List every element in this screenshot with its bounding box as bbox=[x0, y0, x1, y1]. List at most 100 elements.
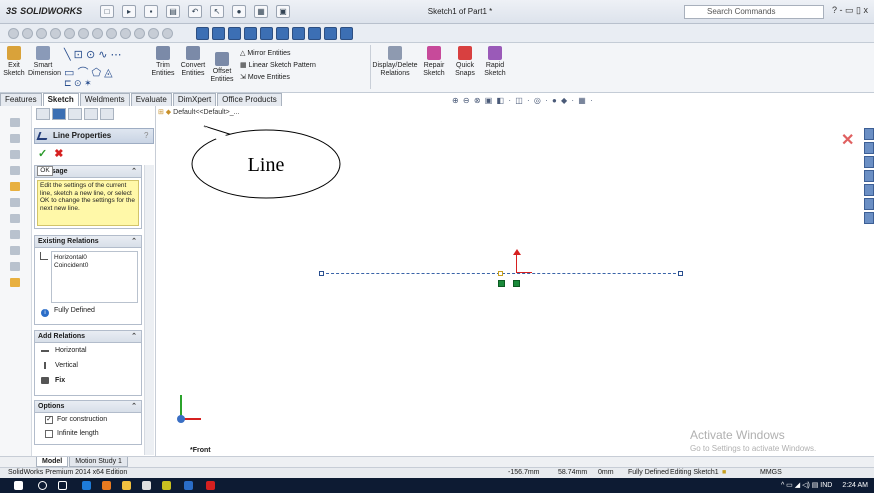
panel-scrollbar[interactable] bbox=[144, 165, 154, 455]
chevron-up-icon[interactable]: ⌃ bbox=[131, 401, 137, 412]
feature-tool-icon[interactable] bbox=[228, 27, 241, 40]
tray-icons[interactable]: ^ ▭ ◢ ◁) ▤ bbox=[781, 482, 820, 489]
chevron-up-icon[interactable]: ⌃ bbox=[131, 236, 137, 247]
tool-circle-icon[interactable] bbox=[120, 28, 131, 39]
infinite-length-option[interactable]: Infinite length bbox=[35, 427, 141, 441]
sketch-tool-icon[interactable] bbox=[10, 230, 20, 239]
line-endpoint[interactable] bbox=[319, 271, 324, 276]
firefox-icon[interactable] bbox=[102, 481, 111, 490]
tool-circle-icon[interactable] bbox=[8, 28, 19, 39]
options-header[interactable]: Options ⌃ bbox=[35, 401, 141, 413]
search-icon[interactable] bbox=[38, 481, 47, 490]
store-icon[interactable] bbox=[142, 481, 151, 490]
feature-tool-icon[interactable] bbox=[276, 27, 289, 40]
task-pane-tab[interactable] bbox=[864, 128, 874, 140]
task-pane-tab[interactable] bbox=[864, 170, 874, 182]
feature-manager-tab[interactable] bbox=[36, 108, 50, 120]
task-pane-tab[interactable] bbox=[864, 212, 874, 224]
start-icon[interactable] bbox=[14, 481, 23, 490]
task-view-icon[interactable] bbox=[58, 481, 67, 490]
feature-tool-icon[interactable] bbox=[308, 27, 321, 40]
sketch-tool-icon[interactable] bbox=[10, 246, 20, 255]
flyout-tree-item[interactable]: ⊞ ◆ Default<<Default>_... bbox=[158, 108, 240, 116]
tab-evaluate[interactable]: Evaluate bbox=[130, 93, 172, 106]
feature-tool-icon[interactable] bbox=[292, 27, 305, 40]
app-icon[interactable] bbox=[162, 481, 171, 490]
clock[interactable]: 2:24 AM bbox=[842, 482, 868, 489]
sketch-tool-icon[interactable] bbox=[10, 262, 20, 271]
sketch-tool-icon[interactable] bbox=[10, 166, 20, 175]
tool-circle-icon[interactable] bbox=[78, 28, 89, 39]
options-icon[interactable]: ▣ bbox=[276, 5, 290, 18]
coincident-relation-icon[interactable] bbox=[513, 280, 520, 287]
print-icon[interactable]: ▤ bbox=[166, 5, 180, 18]
sketch-tool-icon[interactable] bbox=[10, 134, 20, 143]
line-tool-icon[interactable]: ╲ ⊡ ⊙ ∿ ⋯ bbox=[64, 48, 122, 61]
feature-tool-icon[interactable] bbox=[260, 27, 273, 40]
cancel-button[interactable]: ✖ bbox=[54, 148, 63, 160]
feature-tool-icon[interactable] bbox=[340, 27, 353, 40]
tool-circle-icon[interactable] bbox=[22, 28, 33, 39]
file-properties-icon[interactable]: ▦ bbox=[254, 5, 268, 18]
sketch-tool-icon[interactable] bbox=[10, 198, 20, 207]
for-construction-checkbox[interactable]: ✓ bbox=[45, 416, 53, 424]
existing-relations-header[interactable]: Existing Relations ⌃ bbox=[35, 236, 141, 248]
sketch-tool-icon[interactable] bbox=[10, 150, 20, 159]
file-explorer-icon[interactable] bbox=[122, 481, 131, 490]
feature-tool-icon[interactable] bbox=[324, 27, 337, 40]
task-pane-tab[interactable] bbox=[864, 156, 874, 168]
exit-sketch-button[interactable]: Exit Sketch bbox=[2, 46, 26, 78]
add-relations-header[interactable]: Add Relations ⌃ bbox=[35, 331, 141, 343]
relations-list[interactable]: Horizontal0 Coincident0 bbox=[51, 251, 138, 303]
add-horizontal-button[interactable]: Horizontal bbox=[35, 343, 141, 358]
window-controls[interactable]: ? - ▭ ▯ x bbox=[832, 5, 868, 16]
chevron-up-icon[interactable]: ⌃ bbox=[131, 166, 137, 177]
solidworks-logo[interactable]: 3S SOLIDWORKS bbox=[6, 5, 82, 17]
slot-tool-icon[interactable]: ⊏ ⊙ ✶ bbox=[64, 78, 92, 89]
tool-circle-icon[interactable] bbox=[50, 28, 61, 39]
feature-tool-icon[interactable] bbox=[196, 27, 209, 40]
help-icon[interactable]: ? bbox=[144, 131, 152, 140]
horizontal-relation-icon[interactable] bbox=[498, 280, 505, 287]
move-entities-button[interactable]: ⇲ Move Entities bbox=[240, 72, 316, 84]
display-delete-relations-button[interactable]: Display/Delete Relations bbox=[372, 46, 418, 78]
search-commands-input[interactable]: Search Commands bbox=[684, 5, 824, 19]
tab-sketch[interactable]: Sketch bbox=[42, 93, 79, 106]
tool-circle-icon[interactable] bbox=[162, 28, 173, 39]
task-pane-tab[interactable] bbox=[864, 184, 874, 196]
save-icon[interactable]: ▪ bbox=[144, 5, 158, 18]
line-midpoint[interactable] bbox=[498, 271, 503, 276]
list-item[interactable]: Horizontal0 bbox=[54, 254, 135, 262]
dimxpert-manager-tab[interactable] bbox=[84, 108, 98, 120]
tool-circle-icon[interactable] bbox=[106, 28, 117, 39]
open-folder-icon[interactable]: ▸ bbox=[122, 5, 136, 18]
add-vertical-button[interactable]: Vertical bbox=[35, 358, 141, 373]
tab-features[interactable]: Features bbox=[0, 93, 42, 106]
heads-up-view-toolbar[interactable]: ⊕ ⊖ ⊗ ▣ ◧ · ◫ · ◎ · ● ◆ · ▦ · bbox=[452, 96, 594, 105]
configuration-manager-tab[interactable] bbox=[68, 108, 82, 120]
tab-motion-study[interactable]: Motion Study 1 bbox=[69, 457, 128, 467]
tool-circle-icon[interactable] bbox=[36, 28, 47, 39]
mirror-entities-button[interactable]: △ Mirror Entities bbox=[240, 48, 316, 60]
tool-circle-icon[interactable] bbox=[64, 28, 75, 39]
offset-entities-button[interactable]: Offset Entities bbox=[208, 52, 236, 84]
sketch-tool-icon[interactable] bbox=[10, 278, 20, 287]
list-item[interactable]: Coincident0 bbox=[54, 262, 135, 270]
sketch-tool-icon[interactable] bbox=[10, 182, 20, 191]
solidworks-taskbar-icon[interactable] bbox=[206, 481, 215, 490]
quick-snaps-button[interactable]: Quick Snaps bbox=[452, 46, 478, 78]
for-construction-option[interactable]: ✓ For construction bbox=[35, 413, 141, 427]
tool-circle-icon[interactable] bbox=[148, 28, 159, 39]
task-pane-tab[interactable] bbox=[864, 142, 874, 154]
language-indicator[interactable]: IND bbox=[820, 482, 832, 489]
sketch-tool-icon[interactable] bbox=[10, 214, 20, 223]
rapid-sketch-button[interactable]: Rapid Sketch bbox=[480, 46, 510, 78]
repair-sketch-button[interactable]: Repair Sketch bbox=[420, 46, 448, 78]
select-icon[interactable]: ↖ bbox=[210, 5, 224, 18]
display-manager-tab[interactable] bbox=[100, 108, 114, 120]
trim-entities-button[interactable]: Trim Entities bbox=[150, 46, 176, 78]
feature-tool-icon[interactable] bbox=[244, 27, 257, 40]
rebuild-icon[interactable]: ● bbox=[232, 5, 246, 18]
app-icon[interactable] bbox=[184, 481, 193, 490]
new-document-icon[interactable]: □ bbox=[100, 5, 114, 18]
